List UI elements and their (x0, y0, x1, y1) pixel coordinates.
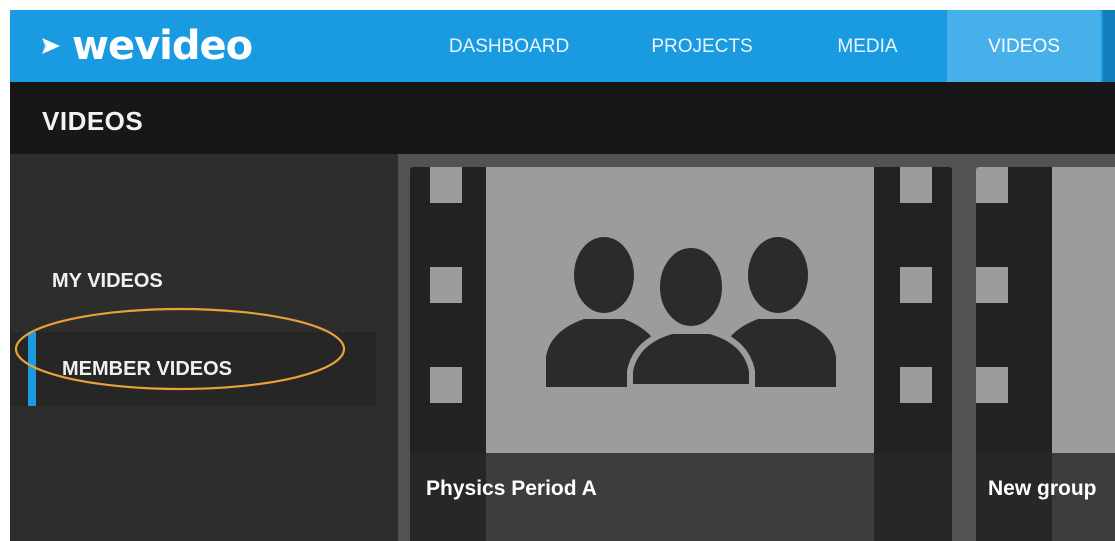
video-card[interactable]: New group (976, 167, 1115, 541)
film-sprocket (900, 367, 932, 403)
sidebar: MY VIDEOS MEMBER VIDEOS (10, 154, 398, 541)
brand-name: wevideo (72, 23, 253, 69)
video-title: New group (988, 477, 1097, 500)
video-grid: Physics Period A New group (398, 154, 1115, 541)
video-caption: Physics Period A (410, 453, 952, 541)
brand-logo[interactable]: wevideo (40, 22, 253, 70)
active-indicator (28, 332, 36, 406)
nav-overflow-edge (1103, 10, 1115, 82)
nav-dashboard[interactable]: DASHBOARD (418, 10, 600, 82)
nav-projects-label: PROJECTS (651, 36, 753, 57)
group-icon (546, 237, 836, 387)
video-caption: New group (976, 453, 1115, 541)
video-card[interactable]: Physics Period A (410, 167, 952, 541)
film-sprocket (430, 167, 462, 203)
nav-videos-label: VIDEOS (988, 36, 1060, 57)
film-sprocket (900, 167, 932, 203)
sidebar-item-label: MEMBER VIDEOS (62, 358, 233, 380)
page-title: VIDEOS (42, 106, 144, 136)
page-header: VIDEOS (10, 82, 1115, 154)
nav-videos[interactable]: VIDEOS (947, 10, 1101, 82)
film-sprocket (976, 367, 1008, 403)
nav-dashboard-label: DASHBOARD (448, 36, 570, 57)
nav-media[interactable]: MEDIA (815, 10, 920, 82)
app-window: wevideo DASHBOARD PROJECTS MEDIA VIDEOS … (10, 10, 1115, 541)
video-title: Physics Period A (426, 477, 597, 500)
film-sprocket (976, 167, 1008, 203)
sidebar-item-label: MY VIDEOS (52, 270, 163, 292)
film-sprocket (900, 267, 932, 303)
film-sprocket (430, 367, 462, 403)
nav-projects[interactable]: PROJECTS (636, 10, 768, 82)
film-sprocket (976, 267, 1008, 303)
nav-media-label: MEDIA (837, 36, 898, 57)
film-sprocket (430, 267, 462, 303)
top-navigation: wevideo DASHBOARD PROJECTS MEDIA VIDEOS (10, 10, 1115, 82)
sidebar-item-member-videos[interactable]: MEMBER VIDEOS (10, 332, 376, 406)
play-logo-icon (42, 38, 60, 54)
sidebar-item-my-videos[interactable]: MY VIDEOS (10, 244, 376, 318)
